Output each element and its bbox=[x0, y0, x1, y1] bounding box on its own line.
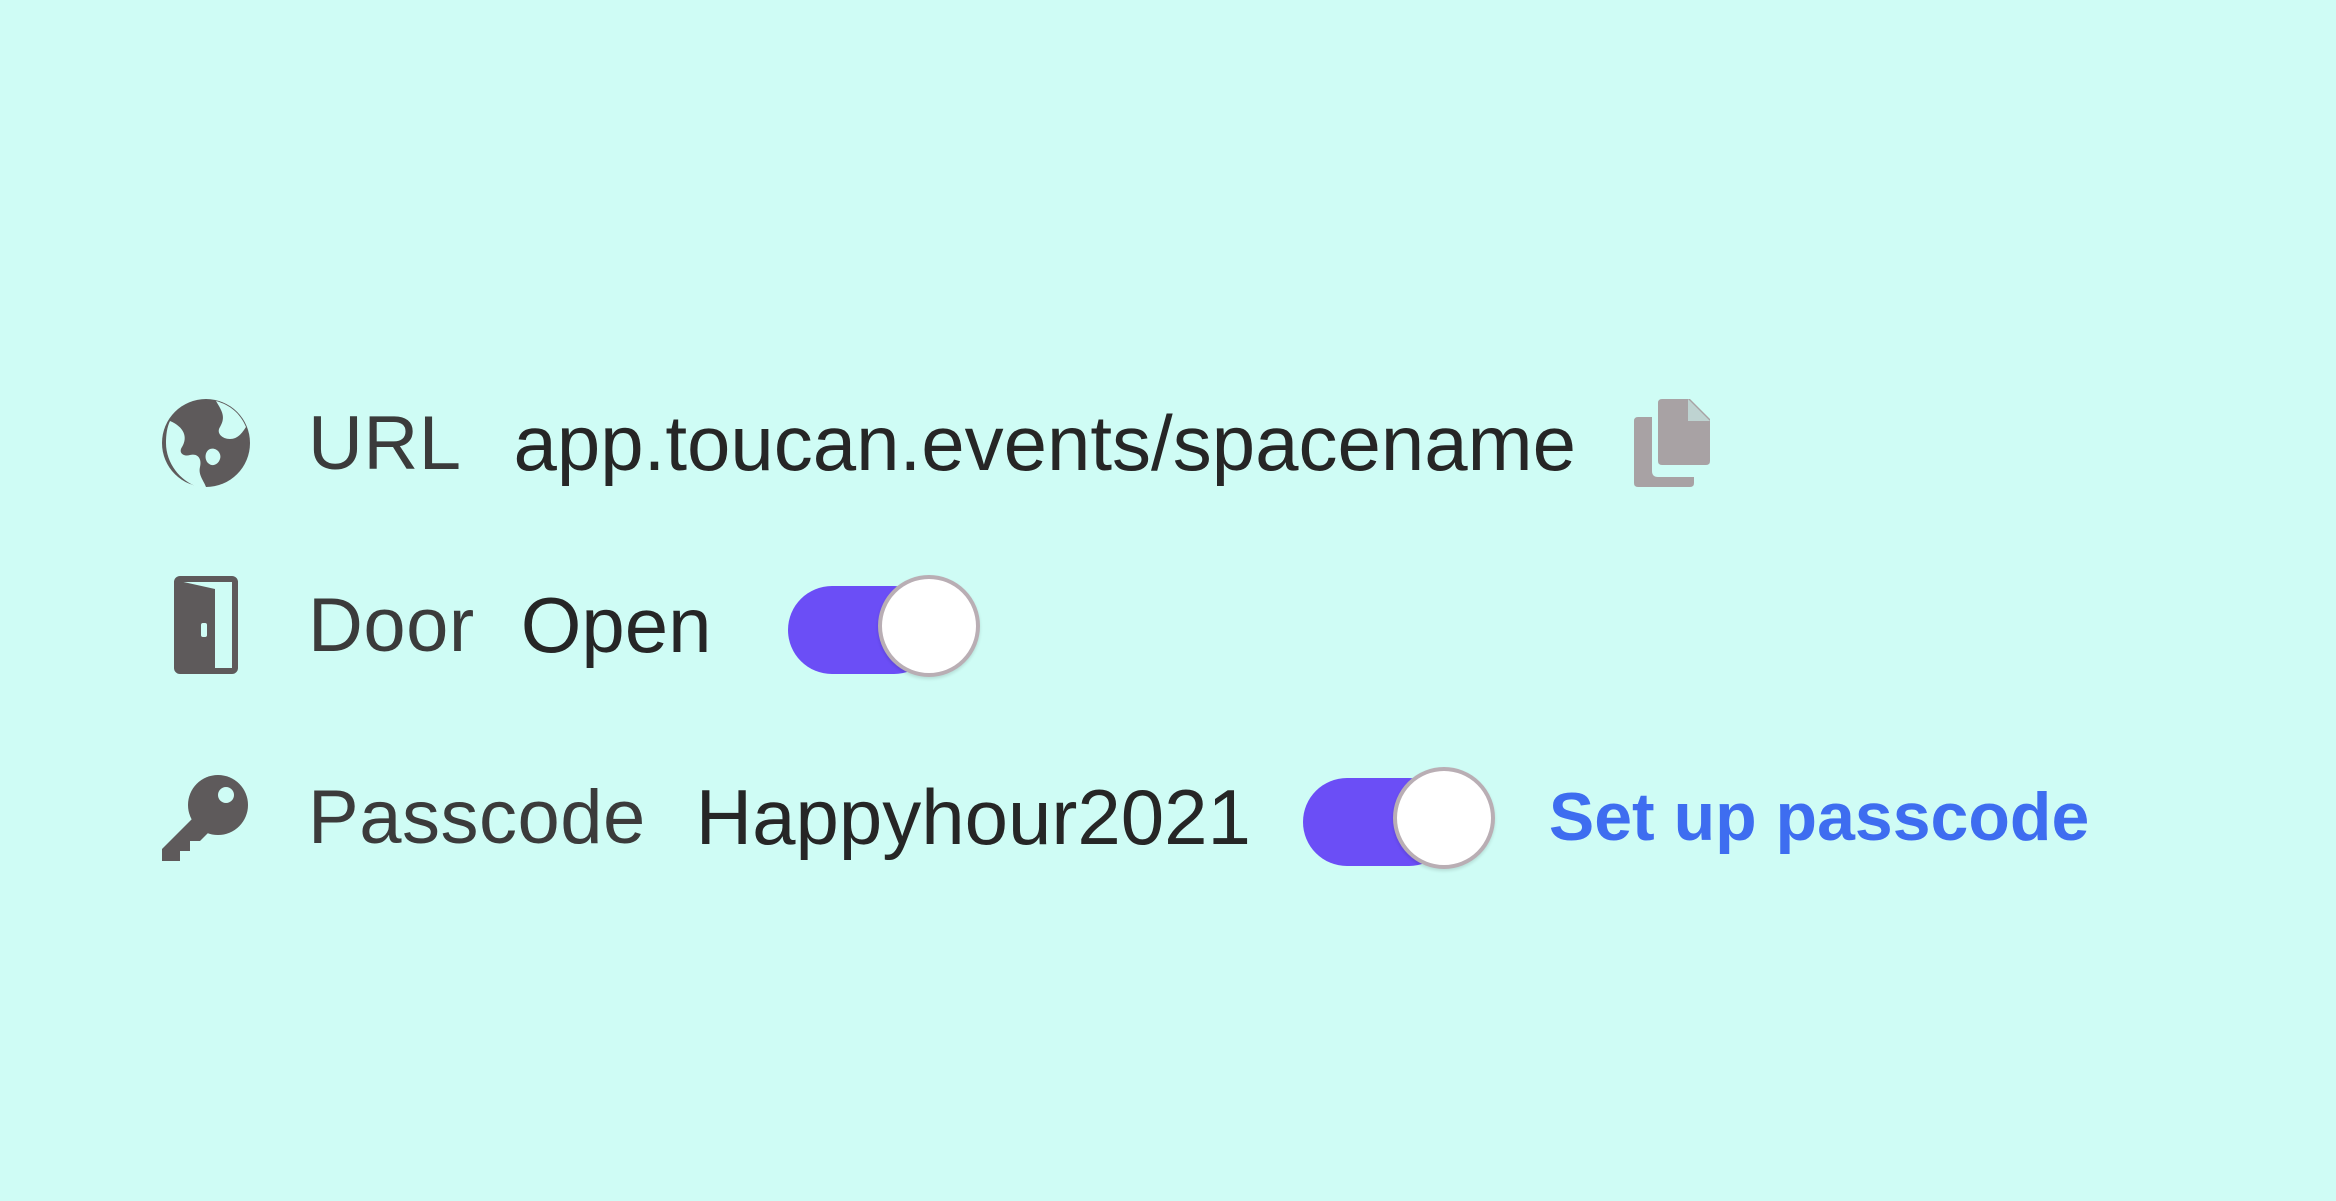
passcode-toggle[interactable] bbox=[1302, 767, 1501, 869]
passcode-value: Happyhour2021 bbox=[695, 772, 1251, 861]
passcode-toggle-knob[interactable] bbox=[1392, 767, 1495, 869]
globe-icon bbox=[160, 383, 252, 503]
door-label: Door bbox=[308, 582, 475, 668]
door-toggle[interactable] bbox=[787, 575, 986, 677]
set-up-passcode-link[interactable]: Set up passcode bbox=[1549, 778, 2089, 856]
passcode-label: Passcode bbox=[308, 774, 646, 860]
door-row: Door Open bbox=[160, 565, 986, 685]
key-icon bbox=[160, 757, 252, 877]
door-status: Open bbox=[520, 580, 712, 669]
url-value[interactable]: app.toucan.events/spacename bbox=[514, 398, 1576, 489]
passcode-row: Passcode Happyhour2021 Set up passcode bbox=[160, 757, 2089, 877]
door-icon bbox=[160, 565, 252, 685]
copy-url-button[interactable] bbox=[1632, 397, 1712, 489]
door-toggle-knob[interactable] bbox=[877, 575, 980, 677]
copy-icon bbox=[1633, 399, 1710, 487]
url-row: URL app.toucan.events/spacename bbox=[160, 383, 1712, 503]
url-label: URL bbox=[308, 400, 462, 486]
